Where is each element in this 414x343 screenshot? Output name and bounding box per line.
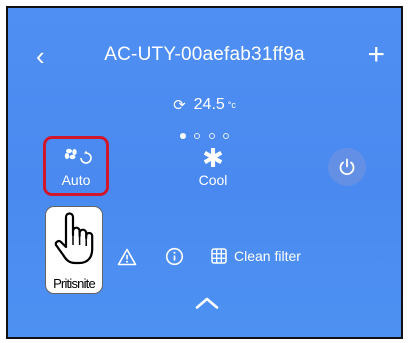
mode-cool-button[interactable]: ✱ Cool [188, 143, 238, 188]
snowflake-icon: ✱ [202, 143, 224, 173]
mode-auto-button[interactable]: Auto [43, 136, 109, 196]
hand-pointer-icon [54, 212, 94, 265]
temperature-readout: ⟳ 24.5 °c [8, 96, 401, 114]
mode-cool-label: Cool [198, 172, 228, 188]
mode-auto-label: Auto [61, 172, 91, 188]
refresh-icon: ⟳ [173, 97, 186, 114]
page-dot [208, 133, 215, 139]
power-button[interactable] [328, 148, 366, 186]
filter-grid-icon [211, 248, 227, 264]
page-dot [194, 133, 201, 139]
header: ‹ AC-UTY-00aefab31ff9a + [8, 40, 401, 72]
warning-icon[interactable] [117, 248, 137, 266]
device-title: AC-UTY-00aefab31ff9a [104, 44, 305, 65]
page-dot [223, 133, 230, 139]
cursor-overlay-label: Pritisnite [53, 276, 96, 291]
plus-icon[interactable]: + [367, 40, 385, 70]
info-icon[interactable] [165, 247, 184, 266]
fan-auto-icon [64, 148, 92, 164]
device-screen: ‹ AC-UTY-00aefab31ff9a + ⟳ 24.5 °c Auto ✱ … [6, 6, 403, 339]
page-dot [179, 133, 186, 139]
chevron-up-icon[interactable] [194, 296, 220, 310]
clean-filter-label: Clean filter [234, 248, 301, 264]
temperature-value: 24.5 [193, 96, 225, 114]
cursor-overlay: Pritisnite [45, 206, 103, 294]
temperature-unit: °c [227, 100, 236, 110]
clean-filter-button[interactable]: Clean filter [211, 248, 301, 264]
power-icon [339, 158, 355, 176]
